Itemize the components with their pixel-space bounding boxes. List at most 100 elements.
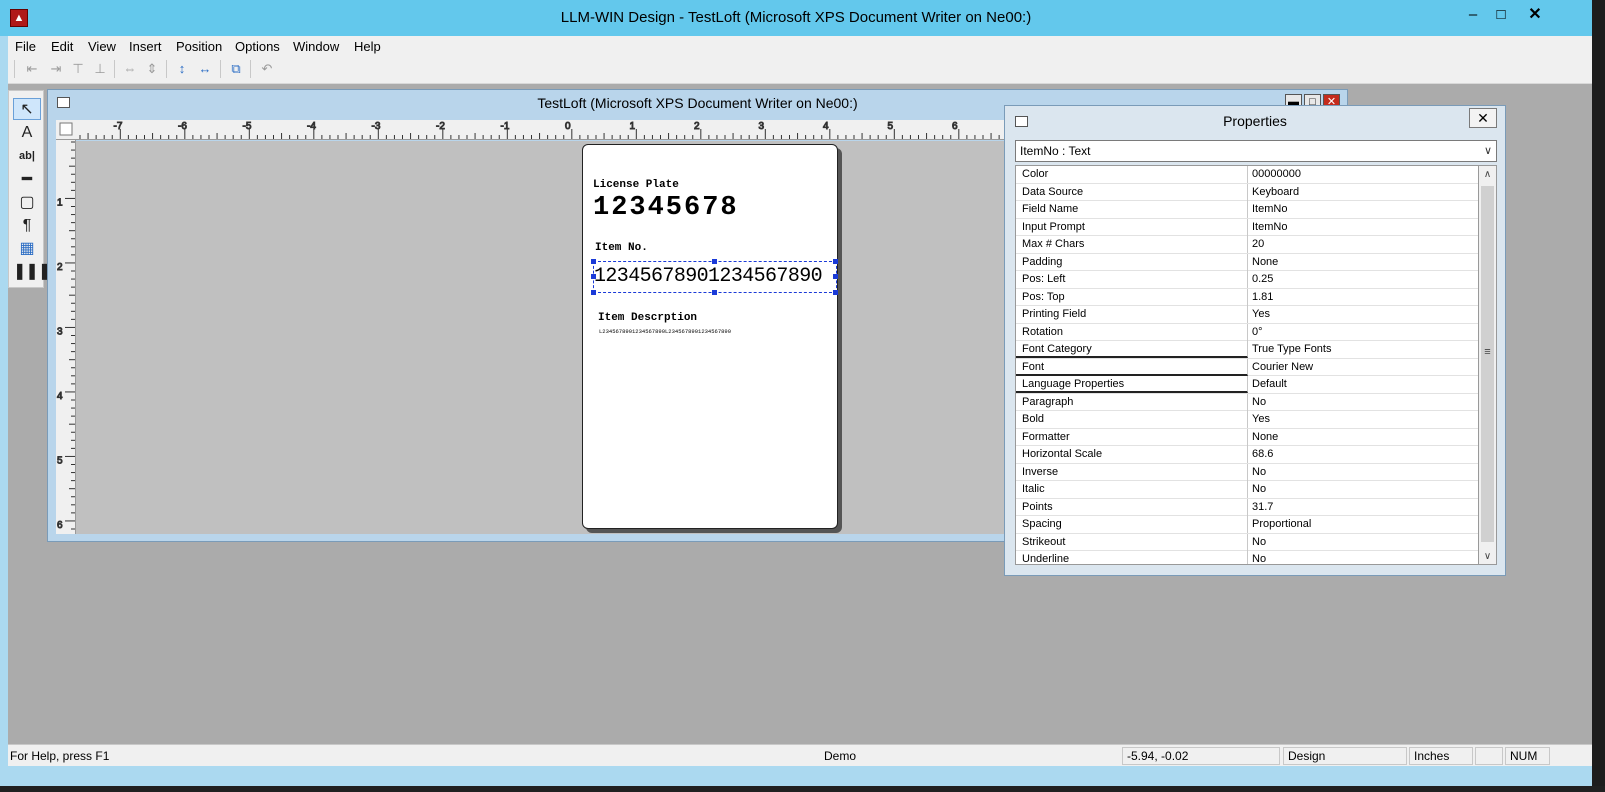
property-row[interactable]: Pos: Top 1.81 [1016, 288, 1478, 306]
property-row[interactable]: Padding None [1016, 253, 1478, 271]
property-row[interactable]: Inverse No [1016, 463, 1478, 481]
label-page[interactable]: License Plate 12345678 Item No. 12345678… [582, 144, 838, 529]
menu-insert[interactable]: Insert [129, 39, 162, 54]
center-vertical-icon[interactable]: ↕ [172, 60, 192, 78]
property-value[interactable]: 20 [1252, 236, 1478, 253]
align-top-icon[interactable]: ⊤ [68, 60, 88, 78]
line-tool-icon[interactable]: ━ [13, 169, 41, 191]
property-row[interactable]: Font Courier New [1016, 358, 1478, 376]
item-caption[interactable]: Item No. [595, 242, 648, 254]
center-horizontal-icon[interactable]: ↔ [195, 60, 215, 78]
object-selector[interactable]: ItemNo : Text ∨ [1015, 140, 1497, 162]
property-value[interactable]: 68.6 [1252, 446, 1478, 463]
property-row[interactable]: Input Prompt ItemNo [1016, 218, 1478, 236]
menu-view[interactable]: View [88, 39, 116, 54]
property-value[interactable]: No [1252, 551, 1478, 564]
property-row[interactable]: Spacing Proportional [1016, 516, 1478, 534]
property-value[interactable]: Courier New [1252, 359, 1478, 376]
menu-options[interactable]: Options [235, 39, 280, 54]
image-tool-icon[interactable]: ▦ [13, 238, 41, 260]
property-row[interactable]: Formatter None [1016, 428, 1478, 446]
pointer-tool-icon[interactable]: ↖ [13, 98, 41, 120]
property-row[interactable]: Rotation 0° [1016, 323, 1478, 341]
property-row[interactable]: Underline No [1016, 551, 1478, 564]
item-number-field[interactable]: 12345678901234567890 [593, 261, 837, 293]
property-value[interactable]: No [1252, 464, 1478, 481]
desc-value[interactable]: L2345678901234567890L2345678901234567890 [599, 328, 731, 335]
plate-caption[interactable]: License Plate [593, 179, 679, 191]
property-value[interactable]: 0.25 [1252, 271, 1478, 288]
resize-handle[interactable] [833, 259, 838, 264]
property-grid[interactable]: Color 00000000 Data Source Keyboard Field Na… [1015, 165, 1479, 565]
desc-caption[interactable]: Item Descrption [598, 312, 697, 324]
align-right-icon[interactable]: ⇥ [46, 60, 66, 78]
scroll-up-icon[interactable]: ∧ [1479, 166, 1496, 183]
resize-handle[interactable] [591, 274, 596, 279]
bring-front-icon[interactable]: ⧉ [226, 60, 246, 78]
menu-edit[interactable]: Edit [51, 39, 73, 54]
menu-window[interactable]: Window [293, 39, 339, 54]
property-row[interactable]: Font Category True Type Fonts [1016, 341, 1478, 359]
property-row[interactable]: Printing Field Yes [1016, 306, 1478, 324]
property-value[interactable]: True Type Fonts [1252, 341, 1478, 358]
property-value[interactable]: Yes [1252, 306, 1478, 323]
property-row[interactable]: Pos: Left 0.25 [1016, 271, 1478, 289]
text-field-tool-icon[interactable]: ab| [13, 145, 41, 167]
scroll-thumb[interactable] [1481, 186, 1494, 542]
toolbar-grip[interactable] [14, 60, 15, 78]
property-value[interactable]: 00000000 [1252, 166, 1478, 183]
property-row[interactable]: Max # Chars 20 [1016, 236, 1478, 254]
property-value[interactable]: No [1252, 481, 1478, 498]
paragraph-tool-icon[interactable]: ¶ [13, 215, 41, 237]
align-bottom-icon[interactable]: ⊥ [90, 60, 110, 78]
property-value[interactable]: None [1252, 429, 1478, 446]
menu-help[interactable]: Help [354, 39, 381, 54]
property-row[interactable]: Data Source Keyboard [1016, 183, 1478, 201]
property-value[interactable]: ItemNo [1252, 201, 1478, 218]
menu-position[interactable]: Position [176, 39, 222, 54]
property-row[interactable]: Color 00000000 [1016, 166, 1478, 184]
property-row[interactable]: Language Properties Default [1016, 376, 1478, 394]
property-value[interactable]: Proportional [1252, 516, 1478, 533]
close-button[interactable]: ✕ [1512, 5, 1558, 27]
property-value[interactable]: ItemNo [1252, 219, 1478, 236]
scroll-down-icon[interactable]: ∨ [1479, 548, 1496, 565]
space-vertical-icon[interactable]: ⇕ [142, 60, 162, 78]
property-value[interactable]: 0° [1252, 324, 1478, 341]
resize-handle[interactable] [833, 274, 838, 279]
property-value[interactable]: 1.81 [1252, 289, 1478, 306]
properties-close-button[interactable]: ✕ [1469, 108, 1497, 128]
resize-handle[interactable] [591, 290, 596, 295]
property-row[interactable]: Bold Yes [1016, 411, 1478, 429]
title-bar[interactable]: ▲ LLM-WIN Design - TestLoft (Microsoft X… [0, 0, 1592, 36]
resize-handle[interactable] [833, 290, 838, 295]
property-value[interactable]: 31.7 [1252, 499, 1478, 516]
property-value[interactable]: No [1252, 394, 1478, 411]
resize-handle[interactable] [712, 290, 717, 295]
plate-value[interactable]: 12345678 [593, 193, 739, 223]
property-row[interactable]: Italic No [1016, 481, 1478, 499]
property-value[interactable]: Default [1252, 376, 1478, 393]
property-row[interactable]: Horizontal Scale 68.6 [1016, 446, 1478, 464]
property-value[interactable]: None [1252, 254, 1478, 271]
property-row[interactable]: Field Name ItemNo [1016, 201, 1478, 219]
barcode-tool-icon[interactable]: ❚❚❚ [13, 261, 51, 283]
resize-handle[interactable] [591, 259, 596, 264]
chevron-down-icon[interactable]: ∨ [1484, 141, 1492, 161]
menu-file[interactable]: File [15, 39, 36, 54]
align-left-icon[interactable]: ⇤ [22, 60, 42, 78]
ruler-label: 5 [888, 121, 894, 132]
undo-icon[interactable]: ↶ [257, 60, 277, 78]
property-row[interactable]: Points 31.7 [1016, 498, 1478, 516]
minimize-button[interactable]: – [1458, 5, 1488, 27]
property-row[interactable]: Strikeout No [1016, 533, 1478, 551]
property-value[interactable]: No [1252, 534, 1478, 551]
property-value[interactable]: Keyboard [1252, 184, 1478, 201]
rectangle-tool-icon[interactable]: ▢ [13, 192, 41, 214]
space-horizontal-icon[interactable]: ⇔ [120, 60, 140, 78]
property-scrollbar[interactable]: ∧ ≡ ∨ [1479, 165, 1497, 565]
property-value[interactable]: Yes [1252, 411, 1478, 428]
text-tool-icon[interactable]: A [13, 122, 41, 144]
property-row[interactable]: Paragraph No [1016, 393, 1478, 411]
resize-handle[interactable] [712, 259, 717, 264]
